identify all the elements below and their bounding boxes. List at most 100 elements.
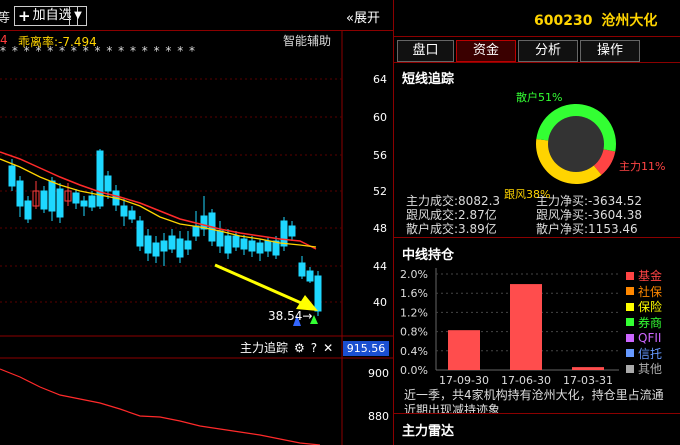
stock-info-panel: 600230 沧州大化 盘口 资金 分析 操作 短线追踪 散户51% 主力11%… [393,0,680,445]
expand-button[interactable]: «展开 [346,7,380,26]
legend-item: 基金 [626,268,662,284]
price-tick: 52 [373,185,387,198]
candle-body [120,205,128,217]
price-tick: 64 [373,73,387,86]
bar-y-tick: 0.0% [400,364,428,377]
price-tick: 56 [373,149,387,162]
legend-label: 其他 [638,362,663,377]
legend-label: 券商 [638,315,663,330]
legend-item: 保险 [626,299,662,315]
candle-body [232,235,240,248]
legend-item: QFII [626,330,662,346]
subpanel-value-badge: 915.56 [343,341,389,356]
subpanel-tick: 880 [368,410,389,423]
candle-body [48,180,56,212]
holding-bar [572,367,604,370]
candle-body [88,195,96,208]
tab-funds[interactable]: 资金 [456,40,516,62]
tabs-separator [394,62,680,63]
legend-label: QFII [638,330,662,345]
candle-body [216,230,224,247]
candle-body [80,200,88,207]
short-term-separator [394,237,680,238]
add-watchlist-label: 加自选 [32,8,72,23]
toolbar-cut-label: 等 [0,11,11,26]
radar-separator [394,413,680,414]
candle-body [128,210,136,220]
stock-code: 600230 [534,13,593,29]
legend-label: 社保 [638,284,663,299]
subpanel-tick: 900 [368,367,389,380]
legend-swatch [626,349,634,358]
candle-body [96,150,104,207]
candle-body [16,180,24,207]
candle-body [264,240,272,252]
legend-label: 基金 [638,269,663,284]
holding-bar [448,330,480,370]
legend-swatch [626,271,634,280]
legend-item: 信托 [626,346,662,362]
price-tick: 60 [373,111,387,124]
title-separator [394,36,680,37]
signal-stars: * * * * * * * * * * * * * * * * * [0,44,197,58]
candle-body [288,225,296,237]
holding-bars [448,284,604,370]
kline-svg [0,31,393,445]
legend-swatch [626,287,634,296]
legend-swatch [626,302,634,311]
gear-icon[interactable]: ⚙ [294,341,305,355]
legend-label: 信托 [638,346,663,361]
subpanel-title: 主力追踪 [240,341,289,355]
bar-y-tick: 2.0% [400,268,428,281]
bar-y-tick: 0.8% [400,326,428,339]
stock-name: 沧州大化 [601,13,658,29]
mid-term-title: 中线持仓 [402,248,455,263]
legend-item: 社保 [626,284,662,300]
holder-legend: 基金 社保 保险 券商 QFII 信托 其他 [626,268,662,377]
low-price-label: 38.54→ [268,309,313,323]
help-icon[interactable]: ? [311,341,317,355]
main-pct-label: 主力11% [619,160,666,173]
candle-body [8,165,16,187]
legend-swatch [626,364,634,373]
watchlist-dropdown-button[interactable]: ▼ [69,6,87,26]
tab-analysis[interactable]: 分析 [518,40,578,62]
price-tick: 48 [373,222,387,235]
kline-chart[interactable]: 4 乖离率:-7.494 * * * * * * * * * * * * * *… [0,31,393,445]
main-force-line [0,368,321,445]
candle-body [56,188,64,218]
legend-item: 其他 [626,361,662,377]
bar-y-tick: 1.2% [400,306,428,319]
legend-swatch [626,333,634,342]
bar-chart-ticks: 2.0% 1.6% 1.2% 0.8% 0.4% 0.0% [400,268,428,377]
smart-assist-button[interactable]: 智能辅助 [283,32,331,49]
expand-label: 展开 [353,11,380,26]
tab-handicap[interactable]: 盘口 [397,40,454,62]
candle-body [160,240,168,252]
candle-body [256,242,264,254]
donut-chart [536,104,616,184]
stock-title: 600230 沧州大化 [534,10,657,30]
trend-arrow-line [214,263,309,308]
candle-body [192,225,200,237]
candle-body [168,235,176,250]
candle-body [224,235,232,254]
radar-section: 主力雷达 [394,413,680,445]
stat-retail-net: 散户净买:1153.46 [536,222,638,236]
candle-body [306,270,314,282]
legend-swatch [626,318,634,327]
close-icon[interactable]: ✕ [323,341,333,355]
double-chevron-left-icon: « [346,11,354,26]
price-tick: 40 [373,296,387,309]
retail-pct-label: 散户51% [516,91,563,104]
donut-hole [548,116,604,172]
candle-body [136,220,144,247]
tab-operation[interactable]: 操作 [580,40,640,62]
plus-icon: + [18,7,31,25]
candle-body [240,238,248,250]
candle-body [104,175,112,192]
candle-body [298,262,306,277]
candle-body [176,238,184,258]
legend-label: 保险 [638,300,663,315]
chart-toolbar: 等 + 加自选 ▼ «展开 [0,0,393,31]
